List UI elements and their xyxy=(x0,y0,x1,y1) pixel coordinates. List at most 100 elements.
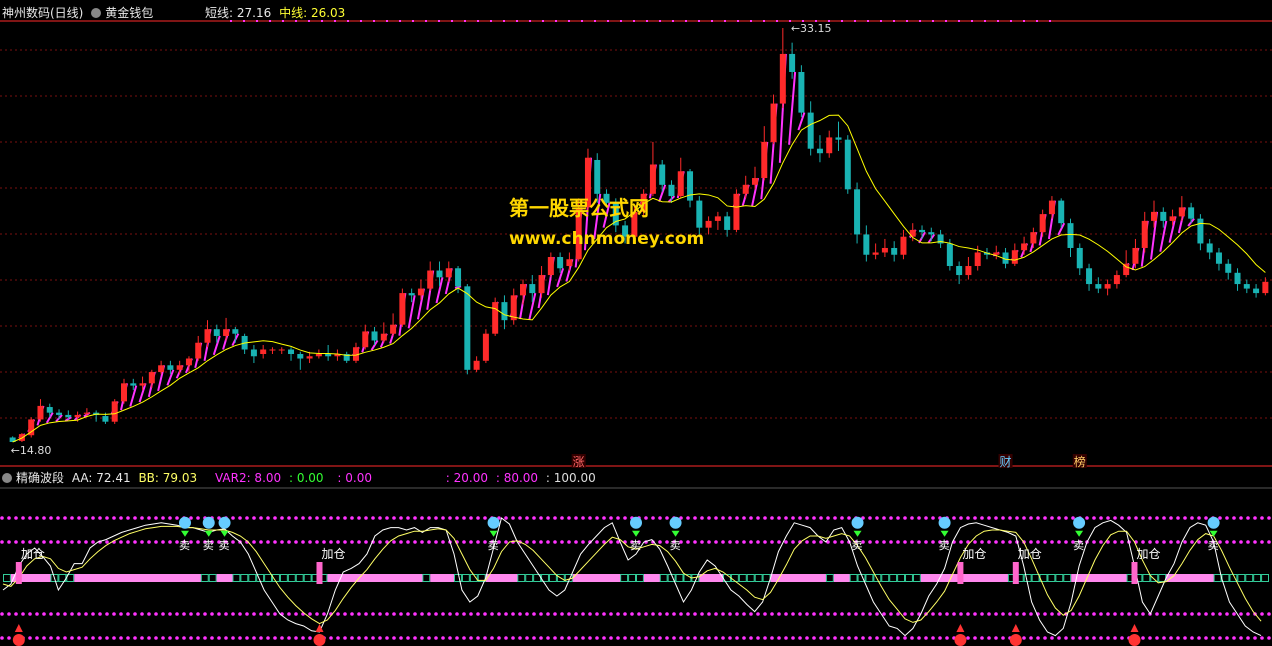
level-dot xyxy=(525,516,529,520)
level-dot xyxy=(42,612,46,616)
level-dot xyxy=(756,516,760,520)
lower-indicator-name[interactable]: 精确波段 xyxy=(16,471,64,485)
level-dot xyxy=(1155,540,1159,544)
level-dot xyxy=(497,636,501,640)
price-chart-svg[interactable]: ←33.15←14.80涨财榜卖卖卖卖卖卖卖卖卖 卖加仓 加仓 加仓 加仓 加仓 xyxy=(0,0,1272,646)
candle-body xyxy=(167,365,174,370)
level-dot xyxy=(672,636,676,640)
indicator-toggle-icon[interactable] xyxy=(91,8,102,18)
level-dot xyxy=(616,636,620,640)
top-dot-marker xyxy=(1010,20,1012,22)
ribbon-segment xyxy=(1174,574,1183,582)
top-dot-marker xyxy=(581,20,583,22)
level-dot xyxy=(7,636,11,640)
level-dot xyxy=(119,516,123,520)
candle-body xyxy=(148,372,155,384)
level-dot xyxy=(392,540,396,544)
level-dot xyxy=(931,636,935,640)
level-dot xyxy=(399,540,403,544)
level-dot xyxy=(420,516,424,520)
level-dot xyxy=(1225,540,1229,544)
level-dot xyxy=(1239,636,1243,640)
lower-indicator-toggle-icon[interactable] xyxy=(2,473,12,483)
level-dot xyxy=(35,612,39,616)
top-dot-marker xyxy=(1023,20,1025,22)
level-dot xyxy=(595,612,599,616)
level-dot xyxy=(70,636,74,640)
sell-label: 卖 xyxy=(630,539,641,552)
level-dot xyxy=(294,540,298,544)
ribbon-segment xyxy=(105,574,115,582)
level-dot xyxy=(686,540,690,544)
level-dot xyxy=(931,612,935,616)
level-dot xyxy=(1071,636,1075,640)
level-dot xyxy=(819,636,823,640)
level-dot xyxy=(119,636,123,640)
top-dot-marker xyxy=(360,20,362,22)
level-dot xyxy=(777,612,781,616)
level-dot xyxy=(1204,636,1208,640)
level-dot xyxy=(721,540,725,544)
level-dot xyxy=(812,612,816,616)
level-dot xyxy=(1008,516,1012,520)
top-dot-marker xyxy=(945,20,947,22)
level-dot xyxy=(847,612,851,616)
level-dot xyxy=(777,516,781,520)
buy-marker-icon xyxy=(1009,634,1022,646)
level-dot xyxy=(805,636,809,640)
ribbon-segment xyxy=(707,574,716,582)
level-dot xyxy=(819,540,823,544)
level-dot xyxy=(784,516,788,520)
level-dot xyxy=(42,540,46,544)
level-dot xyxy=(917,540,921,544)
level-dot xyxy=(1190,612,1194,616)
level-dot xyxy=(973,516,977,520)
level-dot xyxy=(1183,516,1187,520)
level-dot xyxy=(875,540,879,544)
candle-body xyxy=(1011,250,1018,264)
level-dot xyxy=(1218,540,1222,544)
candle-body xyxy=(1234,272,1241,285)
level-80: : 80.00 xyxy=(495,471,539,485)
ribbon-segment xyxy=(912,574,921,582)
level-dot xyxy=(784,612,788,616)
level-dot xyxy=(917,636,921,640)
level-dot xyxy=(287,636,291,640)
level-dot xyxy=(42,516,46,520)
level-dot xyxy=(1106,612,1110,616)
level-dot xyxy=(252,636,256,640)
top-dot-marker xyxy=(802,20,804,22)
level-dot xyxy=(707,636,711,640)
candle-body xyxy=(417,288,424,296)
level-dot xyxy=(546,540,550,544)
level-dot xyxy=(581,540,585,544)
level-dot xyxy=(1232,540,1236,544)
ribbon-segment xyxy=(612,574,621,582)
level-dot xyxy=(462,636,466,640)
level-dot xyxy=(1036,540,1040,544)
ma-line xyxy=(12,114,1266,443)
ribbon-segment xyxy=(1110,574,1120,582)
level-dot xyxy=(294,516,298,520)
ribbon-segment xyxy=(279,574,288,582)
level-dot xyxy=(427,540,431,544)
ribbon-segment xyxy=(525,574,534,582)
indicator-name[interactable]: 黄金钱包 xyxy=(105,6,153,20)
ribbon-segment xyxy=(208,574,217,582)
level-dot xyxy=(1253,636,1257,640)
level-dot xyxy=(434,540,438,544)
ribbon-segment xyxy=(841,574,851,582)
level-dot xyxy=(357,540,361,544)
sell-arrow-icon xyxy=(1075,530,1084,537)
level-dot xyxy=(1218,612,1222,616)
level-dot xyxy=(343,612,347,616)
level-dot xyxy=(1050,636,1054,640)
level-dot xyxy=(686,636,690,640)
top-dot-marker xyxy=(568,20,570,22)
candle-body xyxy=(185,358,192,366)
level-dot xyxy=(959,516,963,520)
level-dot xyxy=(1099,612,1103,616)
level-dot xyxy=(98,516,102,520)
level-dot xyxy=(448,612,452,616)
candle-body xyxy=(547,256,554,276)
